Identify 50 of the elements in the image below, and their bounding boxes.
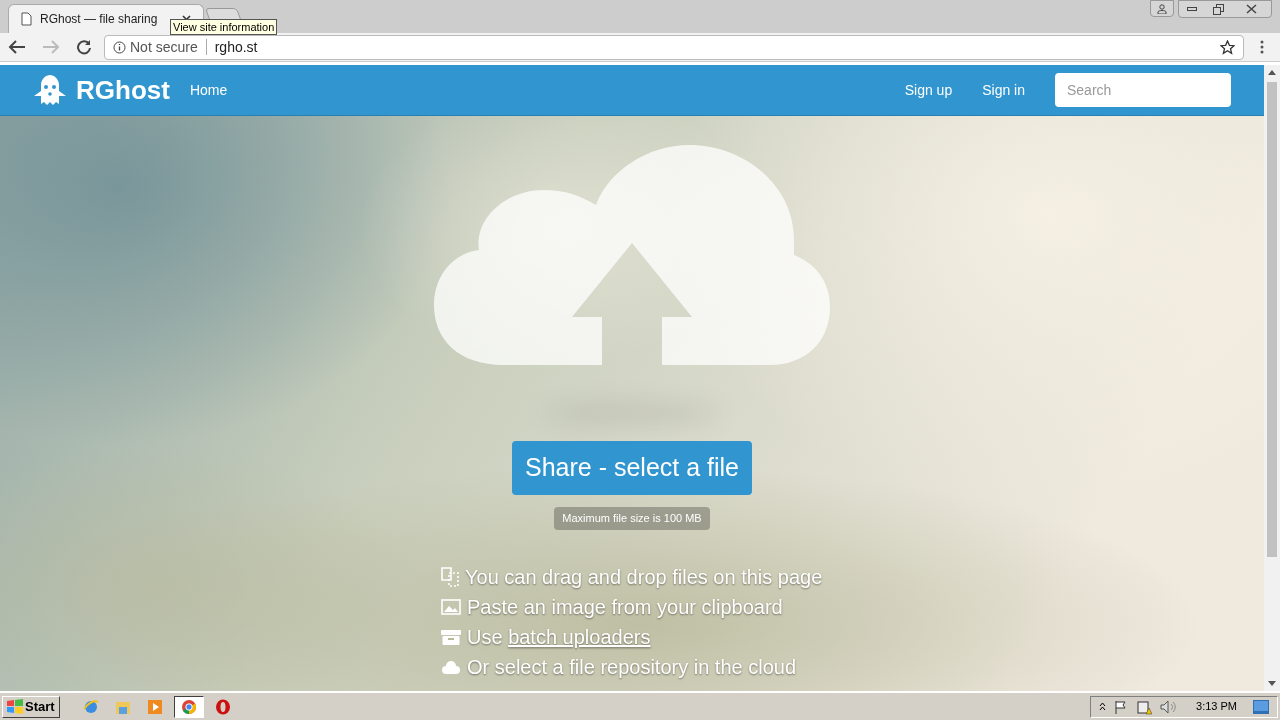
batch-uploaders-link[interactable]: batch uploaders (508, 625, 651, 648)
account-link[interactable]: Sign up (904, 79, 953, 101)
scrollbar[interactable] (1264, 65, 1280, 691)
tip-text: You can drag and drop files on this page (465, 564, 823, 590)
opera-icon (214, 698, 231, 715)
taskbar-app[interactable] (173, 695, 204, 718)
scroll-down-icon[interactable] (1268, 681, 1276, 686)
account-link[interactable]: Sign in (982, 79, 1025, 101)
chevron-up-icon[interactable] (1099, 702, 1107, 711)
minimize-icon (1187, 7, 1197, 11)
tip-text: Paste an image from your clipboard (467, 594, 783, 620)
menu-icon[interactable] (1260, 40, 1264, 54)
play-icon (146, 698, 163, 715)
nav-link[interactable]: Home (189, 79, 228, 101)
image-icon (441, 598, 461, 615)
security-label: Not secure (130, 37, 198, 57)
star-icon[interactable] (1220, 39, 1235, 55)
address-bar[interactable]: Not secure rgho.st (104, 34, 1244, 60)
share-button[interactable]: Share - select a file (512, 441, 752, 495)
page-icon (21, 12, 32, 26)
speaker-icon[interactable] (1160, 699, 1177, 714)
windows-logo-icon (7, 699, 23, 714)
tip-text: Use batch uploaders (467, 624, 651, 650)
ghost-logo-icon (32, 74, 68, 106)
tip-text: Or select a file repository in the cloud (467, 654, 797, 680)
cloud-icon (441, 659, 461, 674)
globe-e-icon (82, 698, 99, 715)
person-icon (1157, 3, 1167, 14)
info-icon[interactable] (113, 40, 126, 54)
start-button[interactable]: Start (2, 695, 60, 718)
show-desktop-icon[interactable] (1253, 699, 1269, 714)
reload-icon[interactable] (76, 39, 92, 55)
scroll-up-icon[interactable] (1268, 70, 1276, 75)
network-warning-icon[interactable] (1136, 698, 1153, 715)
restore-icon (1212, 3, 1224, 15)
back-icon[interactable] (8, 39, 26, 55)
tab-title: RGhost — file sharing (40, 11, 159, 28)
url-text: rgho.st (214, 37, 259, 57)
flag-icon[interactable] (1114, 699, 1129, 714)
search-field[interactable]: Search (1055, 73, 1231, 107)
close-icon (1245, 4, 1257, 14)
brand-name[interactable]: RGhost (76, 70, 170, 110)
chrome-icon (180, 698, 197, 715)
profile-button[interactable] (1150, 0, 1174, 17)
clock[interactable]: 3:13 PM (1196, 698, 1237, 715)
file-size-note: Maximum file size is 100 MB (554, 507, 710, 530)
archive-box-icon (441, 628, 461, 645)
scroll-thumb[interactable] (1267, 82, 1277, 557)
drag-drop-icon (441, 566, 459, 587)
tooltip: View site information (170, 19, 278, 35)
